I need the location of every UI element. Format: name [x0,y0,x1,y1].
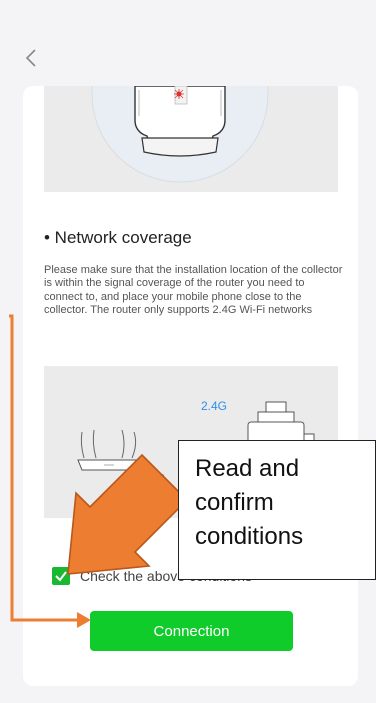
checkmark-icon [55,571,67,582]
connection-button[interactable]: Connection [90,611,293,651]
collector-device-image [44,86,338,192]
annotation-callout: Read and confirm conditions [178,440,376,580]
section-title: • Network coverage [44,228,192,247]
confirm-checkbox[interactable] [52,567,70,585]
callout-line-3: conditions [195,523,304,550]
section-description: Please make sure that the installation l… [44,264,343,317]
router-icon [77,429,141,471]
callout-line-2: confirm [195,489,274,516]
band-label: 2.4G [201,399,228,413]
back-button[interactable] [22,44,40,72]
setup-card: • Network coverage Please make sure that… [23,86,358,686]
chevron-left-icon [25,49,36,67]
callout-line-1: Read and [195,455,300,482]
